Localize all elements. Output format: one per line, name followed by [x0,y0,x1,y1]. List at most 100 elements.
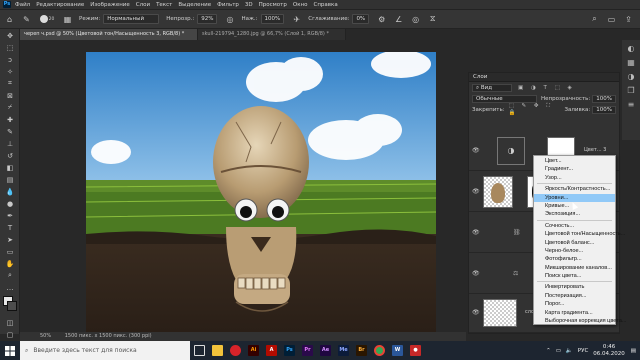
illustrator-app-icon[interactable]: Ai [245,341,262,360]
visibility-eye-icon[interactable]: 👁 [472,270,480,277]
menu-file[interactable]: Файл [15,2,30,8]
menu-3d[interactable]: 3D [245,2,253,8]
magic-wand-icon[interactable]: ✧ [2,66,18,77]
menu-item-pattern[interactable]: Узор... [534,174,615,182]
airbrush-icon[interactable]: ✈ [291,14,302,25]
healing-brush-icon[interactable]: ✚ [2,114,18,125]
menu-item-photo-filter[interactable]: Фотофильтр... [534,255,615,263]
after-effects-app-icon[interactable]: Ae [317,341,334,360]
screen-mode-icon[interactable]: ▢ [2,329,18,340]
marquee-tool-icon[interactable]: ⬚ [2,42,18,53]
opacity-field[interactable]: 92% [197,14,218,24]
menu-item-invert[interactable]: Инвертировать [534,283,615,291]
home-icon[interactable]: ⌂ [4,14,15,25]
tab-document-skull-jpg[interactable]: skull-219794_1280.jpg @ 66,7% (Слой 1, R… [198,29,346,40]
brush-preset-icon[interactable]: 20 [38,14,56,25]
hand-tool-icon[interactable]: ✋ [2,258,18,269]
menu-item-selective-color[interactable]: Выборочная коррекция цвета... [534,317,627,325]
windows-start-icon[interactable] [0,341,20,360]
layer-filter-select[interactable]: ⌕ Вид [472,83,512,92]
swatches-panel-icon[interactable]: ▦ [625,58,637,68]
color-swatches[interactable] [0,296,19,316]
photoshop-app-icon[interactable]: Ps [281,341,298,360]
lasso-tool-icon[interactable]: ↄ [2,54,18,65]
menu-item-threshold[interactable]: Порог... [534,300,615,308]
menu-item-gradient-map[interactable]: Карта градиента... [534,309,615,317]
symmetry-icon[interactable]: ⧖ [427,14,438,25]
document-canvas[interactable] [86,52,436,332]
menu-layers[interactable]: Слои [136,2,150,8]
layers-panel-title[interactable]: Слои [469,73,619,82]
history-brush-icon[interactable]: ↺ [2,150,18,161]
menu-filter[interactable]: Фильтр [217,2,239,8]
premiere-app-icon[interactable]: Pr [299,341,316,360]
acrobat-app-icon[interactable]: A [263,341,280,360]
eyedropper-tool-icon[interactable]: ⌿ [2,102,18,113]
more-tools-icon[interactable]: … [2,282,18,293]
color-panel-icon[interactable]: ◐ [625,44,637,54]
menu-image[interactable]: Изображение [90,2,130,8]
fill-field[interactable]: 100% [592,105,616,114]
taskbar-search-input[interactable]: ⌕ Введите здесь текст для поиска [20,341,190,360]
type-tool-icon[interactable]: T [2,222,18,233]
menu-select[interactable]: Выделение [178,2,211,8]
adjustments-panel-icon[interactable]: ◑ [625,72,637,82]
menu-item-hue-saturation[interactable]: Цветовой тон/Насыщенность... [534,230,625,238]
menu-type[interactable]: Текст [156,2,172,8]
camera-app-icon[interactable]: ● [407,341,424,360]
pressure-field[interactable]: 100% [260,14,285,24]
blur-tool-icon[interactable]: 💧 [2,186,18,197]
visibility-eye-icon[interactable]: 👁 [472,147,480,154]
workspace-icon[interactable]: ▭ [606,14,617,25]
tab-document-skull-psd[interactable]: череп ч.psd @ 50% (Цветовой тон/Насыщенн… [20,29,198,40]
menu-item-solid-color[interactable]: Цвет... [534,157,615,165]
gear-icon[interactable]: ⚙ [376,14,387,25]
layers-panel-icon[interactable]: ❐ [625,86,637,96]
stamp-tool-icon[interactable]: ⊥ [2,138,18,149]
channels-panel-icon[interactable]: ≡ [625,100,637,110]
menu-edit[interactable]: Редактирование [36,2,84,8]
zoom-tool-icon[interactable]: ⌕ [2,270,18,281]
language-indicator[interactable]: РУС [578,348,589,354]
eraser-tool-icon[interactable]: ◧ [2,162,18,173]
brush-tool-icon[interactable]: ✎ [2,126,18,137]
menu-view[interactable]: Просмотр [259,2,287,8]
chrome-app-icon[interactable] [371,341,388,360]
background-color-swatch[interactable] [7,301,17,311]
menu-item-brightness-contrast[interactable]: Яркость/Контрастность... [534,185,615,193]
zoom-level[interactable]: 50% [40,333,51,339]
notifications-icon[interactable]: ▤ [631,348,636,354]
task-view-icon[interactable] [191,341,208,360]
menu-item-color-balance[interactable]: Цветовой баланс... [534,239,615,247]
quick-mask-icon[interactable]: ◫ [2,317,18,328]
menu-item-black-white[interactable]: Черно-белое... [534,247,615,255]
path-select-icon[interactable]: ➤ [2,234,18,245]
gradient-tool-icon[interactable]: ▤ [2,174,18,185]
word-app-icon[interactable]: W [389,341,406,360]
menu-item-vibrance[interactable]: Сочность... [534,222,615,230]
opacity-field[interactable]: 100% [592,94,616,103]
explorer-app-icon[interactable] [209,341,226,360]
brush-settings-icon[interactable]: ▦ [62,14,73,25]
opera-app-icon[interactable] [227,341,244,360]
move-tool-icon[interactable]: ✥ [2,30,18,41]
visibility-eye-icon[interactable]: 👁 [472,229,480,236]
network-icon[interactable]: ▭ [556,348,561,354]
angle-icon[interactable]: ∠ [393,14,404,25]
pressure-opacity-icon[interactable]: ◎ [224,14,235,25]
menu-help[interactable]: Справка [313,2,337,8]
search-icon[interactable]: ⌕ [589,14,600,25]
chevron-up-icon[interactable]: ⌃ [546,348,551,354]
menu-window[interactable]: Окно [293,2,308,8]
smoothing-field[interactable]: 0% [352,14,370,24]
menu-item-gradient[interactable]: Градиент... [534,165,615,173]
share-icon[interactable]: ⇪ [623,14,634,25]
pressure-size-icon[interactable]: ◎ [410,14,421,25]
clock[interactable]: 0:46 06.04.2020 [593,344,625,358]
layer-filter-icons[interactable]: ▣ ◑ T ⬚ ◈ [518,85,575,91]
visibility-eye-icon[interactable]: 👁 [472,188,480,195]
dodge-tool-icon[interactable]: ● [2,198,18,209]
crop-tool-icon[interactable]: ⌗ [2,78,18,89]
menu-item-posterize[interactable]: Постеризация... [534,292,615,300]
bridge-app-icon[interactable]: Br [353,341,370,360]
